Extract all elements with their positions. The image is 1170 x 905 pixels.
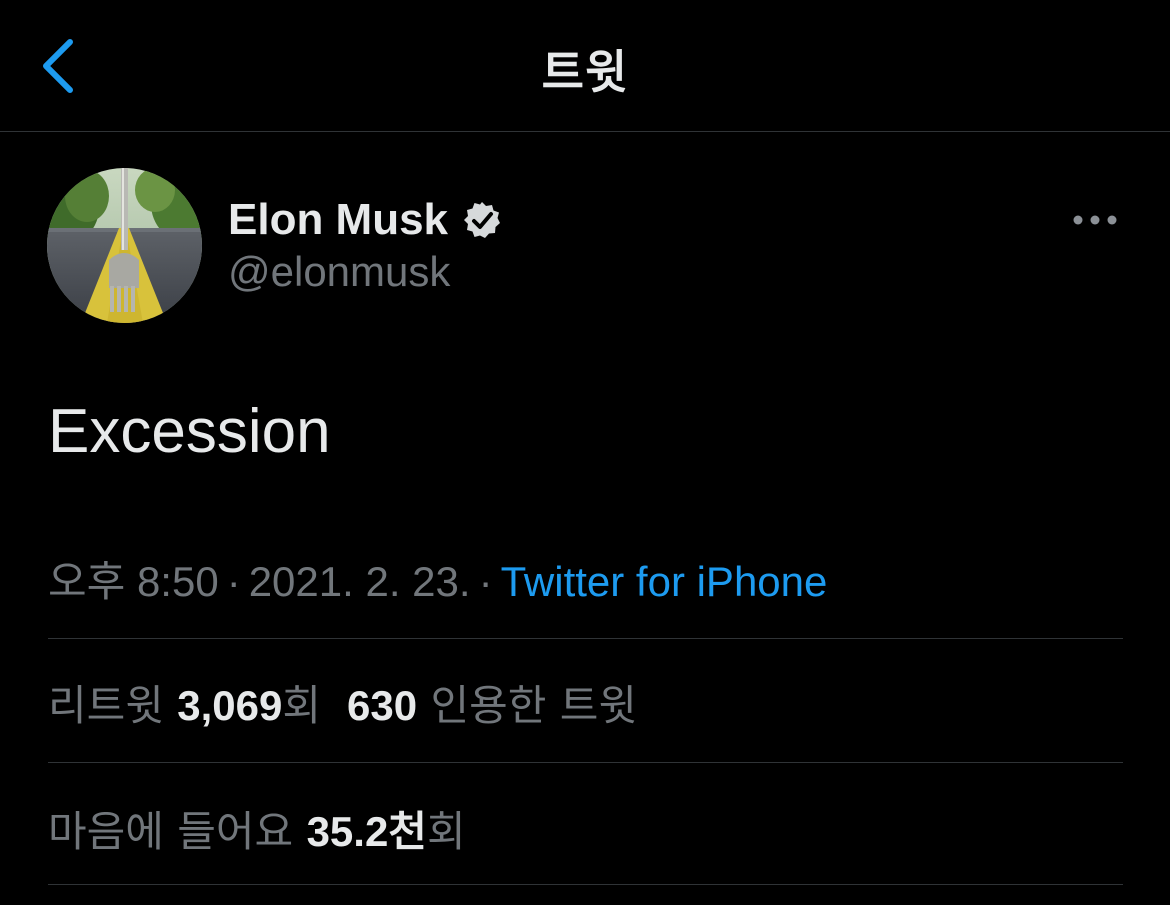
- avatar-image: [47, 168, 202, 323]
- author-avatar[interactable]: [47, 168, 202, 323]
- retweets-stat[interactable]: 리트윗 3,069회: [48, 681, 321, 730]
- author-name[interactable]: Elon Musk: [228, 195, 448, 245]
- tweet-text: Excession: [48, 397, 331, 466]
- tweet-time: 오후 8:50: [48, 558, 219, 605]
- retweets-unit: 회: [282, 681, 322, 730]
- quotes-count: 630: [347, 682, 418, 729]
- more-dots-icon: [1073, 215, 1117, 225]
- tweet-meta: 오후 8:50 · 2021. 2. 23. · Twitter for iPhone: [48, 548, 827, 609]
- quotes-label: 인용한 트윗: [430, 681, 638, 730]
- likes-stats-row: 마음에 들어요 35.2천회: [48, 798, 466, 859]
- quotes-stat[interactable]: 630 인용한 트윗: [347, 681, 637, 730]
- divider: [48, 638, 1123, 639]
- tweet-source-link[interactable]: Twitter for iPhone: [501, 558, 828, 605]
- retweet-stats-row: 리트윗 3,069회 630 인용한 트윗: [48, 672, 637, 733]
- meta-separator: ·: [478, 558, 493, 605]
- author-name-row: Elon Musk: [228, 192, 502, 248]
- retweets-count: 3,069: [177, 682, 283, 729]
- likes-unit: 회: [426, 807, 466, 856]
- tweet-date: 2021. 2. 23.: [248, 558, 471, 605]
- verified-badge-icon: [464, 202, 501, 238]
- likes-stat[interactable]: 마음에 들어요 35.2천회: [48, 807, 466, 856]
- retweets-label: 리트윗: [48, 681, 164, 730]
- author-handle[interactable]: @elonmusk: [228, 248, 450, 296]
- divider: [48, 884, 1123, 885]
- divider: [48, 762, 1123, 763]
- top-nav-bar: 트윗: [0, 0, 1170, 132]
- more-options-button[interactable]: [1066, 200, 1126, 240]
- page-title: 트윗: [541, 45, 629, 99]
- likes-label: 마음에 들어요: [48, 807, 294, 856]
- meta-separator: ·: [226, 558, 241, 605]
- likes-count: 35.2천: [306, 808, 427, 855]
